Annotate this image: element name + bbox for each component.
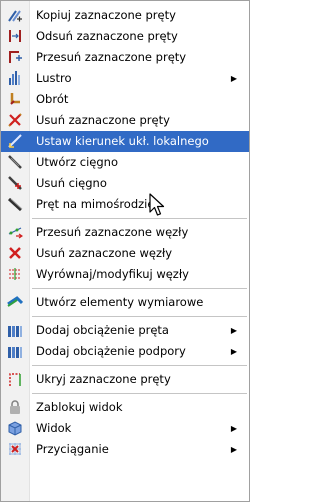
- submenu-arrow-icon: ▶: [230, 326, 237, 335]
- align-nodes-icon: [7, 266, 23, 282]
- menu-item-snap[interactable]: Przyciąganie ▶: [1, 439, 249, 460]
- menu-item-delete-cable[interactable]: Usuń cięgno: [1, 173, 249, 194]
- offset-bars-icon: [7, 28, 23, 44]
- move-bars-icon: [7, 49, 23, 65]
- context-menu: Kopiuj zaznaczone pręty Odsuń zaznaczone…: [0, 0, 250, 502]
- menu-item-label: Obrót: [36, 92, 69, 106]
- mirror-icon: [7, 70, 23, 86]
- menu-item-label: Usuń zaznaczone węzły: [36, 246, 173, 260]
- menu-item-label: Dodaj obciążenie podpory: [36, 344, 186, 358]
- menu-item-label: Ustaw kierunek ukł. lokalnego: [36, 134, 209, 148]
- menu-item-label: Lustro: [36, 71, 72, 85]
- rotate-icon: [7, 91, 23, 107]
- menu-item-set-local-axis[interactable]: Ustaw kierunek ukł. lokalnego: [1, 131, 249, 152]
- snap-icon: [7, 441, 23, 457]
- menu-separator: [1, 215, 249, 222]
- menu-item-label: Utwórz cięgno: [36, 155, 119, 169]
- menu-item-delete-nodes[interactable]: Usuń zaznaczone węzły: [1, 243, 249, 264]
- menu-item-label: Ukryj zaznaczone pręty: [36, 372, 171, 386]
- menu-item-rotate[interactable]: Obrót: [1, 89, 249, 110]
- menu-item-label: Zablokuj widok: [36, 400, 123, 414]
- menu-item-label: Przyciąganie: [36, 442, 109, 456]
- local-axis-icon: [7, 133, 23, 149]
- dimension-elements-icon: [7, 294, 23, 310]
- menu-item-delete-bars[interactable]: Usuń zaznaczone pręty: [1, 110, 249, 131]
- menu-item-dimension-elements[interactable]: Utwórz elementy wymiarowe: [1, 292, 249, 313]
- submenu-arrow-icon: ▶: [230, 347, 237, 356]
- menu-item-add-bar-load[interactable]: Dodaj obciążenie pręta ▶: [1, 320, 249, 341]
- view-icon: [7, 420, 23, 436]
- menu-item-align-nodes[interactable]: Wyrównaj/modyfikuj węzły: [1, 264, 249, 285]
- delete-nodes-icon: [7, 245, 23, 261]
- menu-item-lock-view[interactable]: Zablokuj widok: [1, 397, 249, 418]
- menu-item-label: Widok: [36, 421, 72, 435]
- menu-separator: [1, 390, 249, 397]
- menu-item-eccentric-bar[interactable]: Pręt na mimośrodzie: [1, 194, 249, 215]
- menu-item-label: Odsuń zaznaczone pręty: [36, 29, 178, 43]
- menu-separator: [1, 313, 249, 320]
- hide-bars-icon: [7, 371, 23, 387]
- support-load-icon: [7, 343, 23, 359]
- mouse-pointer-icon: [149, 193, 165, 216]
- menu-item-label: Usuń zaznaczone pręty: [36, 113, 170, 127]
- menu-item-label: Usuń cięgno: [36, 176, 107, 190]
- delete-bars-icon: [7, 112, 23, 128]
- lock-view-icon: [7, 399, 23, 415]
- menu-item-label: Kopiuj zaznaczone pręty: [36, 8, 176, 22]
- submenu-arrow-icon: ▶: [230, 445, 237, 454]
- menu-item-label: Dodaj obciążenie pręta: [36, 323, 169, 337]
- bar-load-icon: [7, 322, 23, 338]
- menu-item-label: Przesuń zaznaczone węzły: [36, 225, 189, 239]
- menu-item-mirror[interactable]: Lustro ▶: [1, 68, 249, 89]
- copy-bars-icon: [7, 7, 23, 23]
- menu-item-label: Pręt na mimośrodzie: [36, 197, 155, 211]
- move-nodes-icon: [7, 224, 23, 240]
- menu-item-view[interactable]: Widok ▶: [1, 418, 249, 439]
- menu-item-label: Wyrównaj/modyfikuj węzły: [36, 267, 189, 281]
- menu-item-move-nodes[interactable]: Przesuń zaznaczone węzły: [1, 222, 249, 243]
- menu-item-copy-bars[interactable]: Kopiuj zaznaczone pręty: [1, 5, 249, 26]
- menu-item-offset-bars[interactable]: Odsuń zaznaczone pręty: [1, 26, 249, 47]
- submenu-arrow-icon: ▶: [230, 424, 237, 433]
- menu-item-add-support-load[interactable]: Dodaj obciążenie podpory ▶: [1, 341, 249, 362]
- delete-cable-icon: [7, 175, 23, 191]
- menu-separator: [1, 362, 249, 369]
- menu-item-label: Przesuń zaznaczone pręty: [36, 50, 187, 64]
- menu-separator: [1, 285, 249, 292]
- create-cable-icon: [7, 154, 23, 170]
- menu-item-move-bars[interactable]: Przesuń zaznaczone pręty: [1, 47, 249, 68]
- menu-item-hide-bars[interactable]: Ukryj zaznaczone pręty: [1, 369, 249, 390]
- menu-item-label: Utwórz elementy wymiarowe: [36, 295, 204, 309]
- eccentric-bar-icon: [7, 196, 23, 212]
- submenu-arrow-icon: ▶: [230, 74, 237, 83]
- menu-item-create-cable[interactable]: Utwórz cięgno: [1, 152, 249, 173]
